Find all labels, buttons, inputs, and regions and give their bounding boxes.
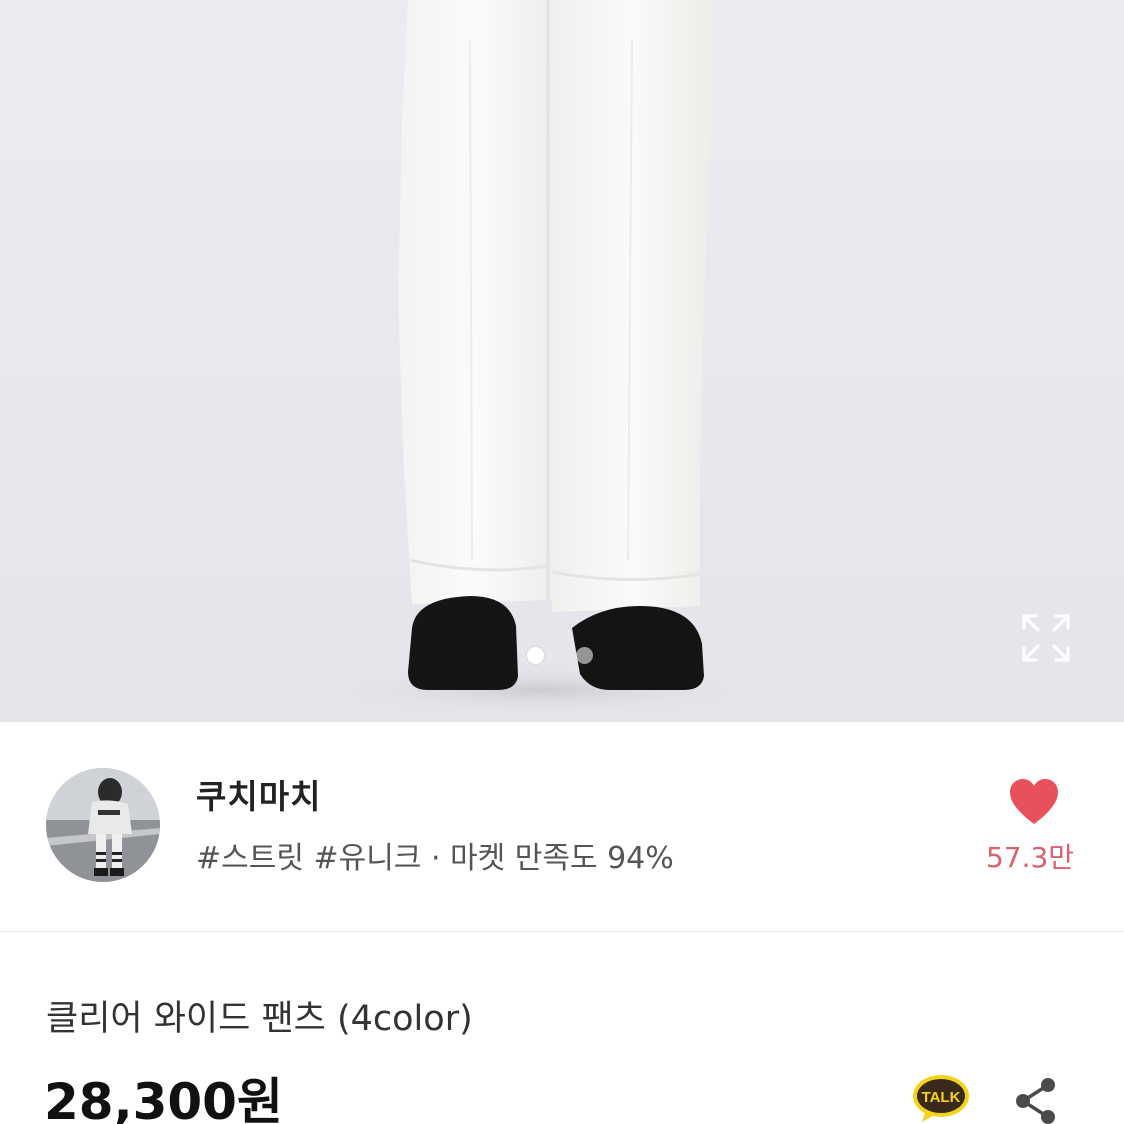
product-image[interactable] [0, 0, 1124, 722]
like-count: 57.3만 [985, 841, 1075, 874]
seller-avatar[interactable] [46, 768, 160, 882]
carousel-dot[interactable] [576, 647, 593, 664]
expand-icon[interactable] [1020, 612, 1072, 664]
seller-section[interactable] [0, 722, 1124, 932]
product-title: 클리어 와이드 팬츠 (4color) [46, 999, 473, 1039]
shop-name[interactable]: 쿠치마치 [196, 770, 321, 818]
section-divider [0, 931, 1124, 932]
product-price: 28,300원 [44, 1073, 283, 1124]
product-photo [320, 0, 760, 716]
share-icon[interactable] [1012, 1076, 1060, 1124]
talk-label: TALK [922, 1089, 961, 1106]
heart-icon[interactable] [1008, 778, 1060, 826]
kakao-talk-icon[interactable]: TALK [912, 1074, 970, 1124]
carousel-dot-active[interactable] [527, 647, 544, 664]
shop-tags-satisfaction: #스트릿 #유니크 · 마켓 만족도 94% [196, 841, 674, 876]
carousel-indicator[interactable] [524, 646, 604, 666]
